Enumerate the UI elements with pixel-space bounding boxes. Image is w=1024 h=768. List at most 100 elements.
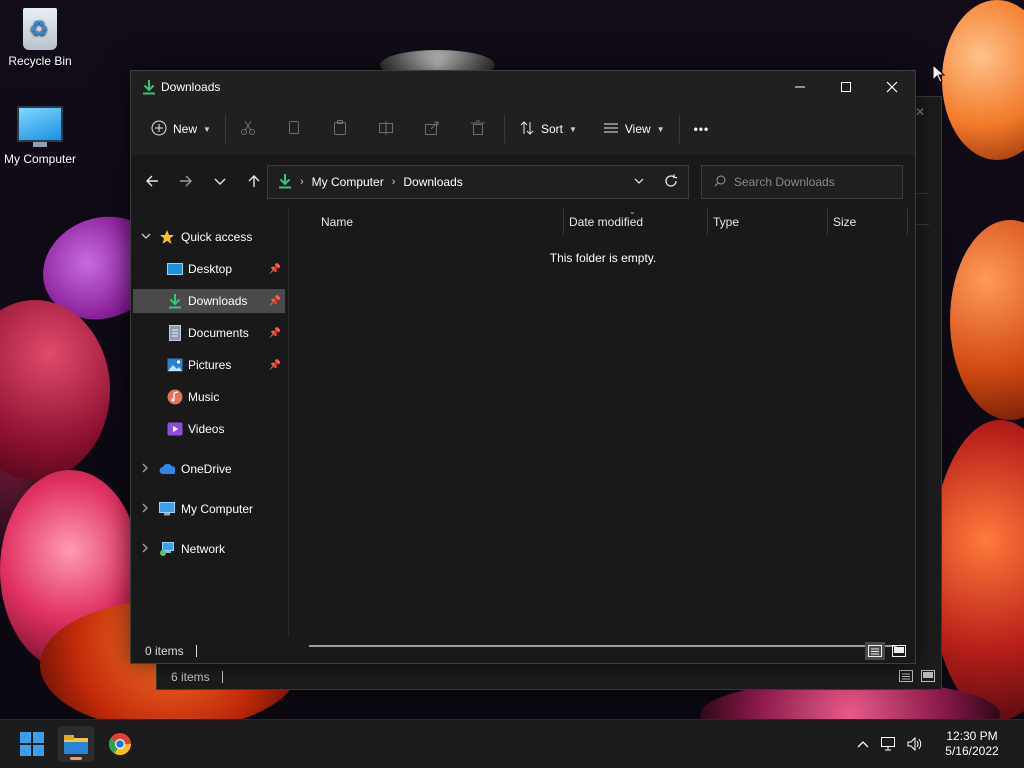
details-view-button[interactable] [865, 642, 885, 660]
delete-button[interactable] [462, 113, 494, 145]
nav-label: Network [181, 542, 226, 556]
search-icon [714, 175, 726, 190]
column-header-name[interactable]: Name [321, 215, 353, 229]
music-icon [167, 389, 183, 405]
arrow-up-icon [248, 175, 260, 187]
desktop-icon-recycle-bin[interactable]: Recycle Bin [0, 8, 80, 68]
clock[interactable]: 12:30 PM 5/16/2022 [932, 729, 1012, 759]
maximize-button[interactable] [823, 71, 869, 103]
search-input[interactable] [732, 174, 896, 190]
paste-icon [332, 119, 348, 139]
taskbar-chrome[interactable] [102, 726, 138, 762]
column-divider[interactable] [707, 209, 708, 235]
pin-icon[interactable]: 📌 [269, 296, 281, 307]
share-button[interactable] [416, 113, 448, 145]
nav-item-pictures[interactable]: Pictures 📌 [133, 353, 285, 377]
desktop-icon-my-computer[interactable]: My Computer [0, 106, 80, 166]
nav-onedrive[interactable]: OneDrive [133, 457, 285, 481]
computer-icon [17, 106, 63, 147]
column-divider[interactable] [563, 209, 564, 235]
desktop-icon-label: Recycle Bin [8, 54, 72, 68]
toolbar-divider [224, 115, 226, 143]
nav-label: Desktop [188, 262, 233, 276]
column-header-size[interactable]: Size [833, 215, 856, 229]
volume-icon[interactable] [902, 731, 928, 757]
arrow-right-icon [180, 175, 192, 187]
tiles-view-icon[interactable] [921, 669, 935, 685]
nav-label: Documents [188, 326, 249, 340]
nav-quick-access[interactable]: Quick access [133, 225, 285, 249]
title-bar[interactable]: Downloads [131, 71, 915, 103]
view-label: View [624, 122, 651, 136]
close-icon[interactable]: ✕ [915, 105, 925, 119]
nav-item-desktop[interactable]: Desktop 📌 [133, 257, 285, 281]
chevron-right-icon[interactable] [141, 503, 151, 516]
sort-button[interactable]: Sort ▼ [511, 113, 585, 145]
network-icon[interactable] [876, 731, 902, 757]
refresh-button[interactable] [664, 174, 678, 191]
nav-item-music[interactable]: Music [133, 385, 285, 409]
breadcrumb-separator-icon: › [300, 176, 304, 188]
new-label: New [173, 122, 198, 136]
column-divider[interactable] [827, 209, 828, 235]
rename-button[interactable] [370, 113, 402, 145]
nav-network[interactable]: Network [133, 537, 285, 561]
chevron-down-icon[interactable] [141, 232, 151, 243]
taskbar: 12:30 PM 5/16/2022 [0, 719, 1024, 768]
file-list[interactable]: Name ⌄ Date modified Type Size This fold… [291, 207, 908, 647]
nav-label: Quick access [181, 230, 253, 244]
background-status-bar: 6 items [157, 665, 941, 689]
new-button[interactable]: New ▼ [143, 113, 219, 145]
cloud-icon [159, 461, 175, 477]
command-bar: New ▼ Sort ▼ View ▼ ••• [131, 103, 915, 156]
breadcrumb-downloads[interactable]: Downloads [403, 175, 462, 189]
pane-splitter[interactable] [288, 207, 289, 637]
scissors-icon [240, 120, 256, 139]
nav-item-documents[interactable]: Documents 📌 [133, 321, 285, 345]
chevron-down-icon: ▼ [568, 124, 577, 134]
view-button[interactable]: View ▼ [595, 113, 673, 145]
details-view-icon[interactable] [899, 669, 913, 685]
nav-item-videos[interactable]: Videos [133, 417, 285, 441]
paste-button[interactable] [324, 113, 356, 145]
refresh-icon [665, 174, 677, 187]
recent-locations-button[interactable] [203, 165, 237, 197]
item-count: 6 items [171, 670, 210, 684]
chevron-down-icon: ▼ [203, 124, 211, 134]
nav-my-computer[interactable]: My Computer [133, 497, 285, 521]
downloads-icon [141, 79, 157, 95]
cut-button[interactable] [232, 113, 264, 145]
pin-icon[interactable]: 📌 [269, 328, 281, 339]
chevron-up-icon[interactable] [850, 731, 876, 757]
forward-button[interactable] [169, 165, 203, 197]
breadcrumb-my-computer[interactable]: My Computer [312, 175, 384, 189]
minimize-button[interactable] [777, 71, 823, 103]
pin-icon[interactable]: 📌 [269, 264, 281, 275]
share-icon [424, 120, 440, 139]
column-header-type[interactable]: Type [713, 215, 739, 229]
recycle-bin-icon [23, 8, 57, 50]
close-button[interactable] [869, 71, 915, 103]
arrow-left-icon [146, 175, 158, 187]
chevron-right-icon[interactable] [141, 543, 151, 556]
taskbar-file-explorer[interactable] [58, 726, 94, 762]
copy-button[interactable] [278, 113, 310, 145]
desktop-icon-label: My Computer [3, 152, 77, 166]
nav-item-downloads[interactable]: Downloads 📌 [133, 289, 285, 313]
nav-label: My Computer [181, 502, 254, 516]
tiles-view-button[interactable] [889, 642, 909, 660]
address-history-button[interactable] [634, 177, 644, 188]
address-bar[interactable]: › My Computer › Downloads [267, 165, 689, 199]
more-options-button[interactable]: ••• [686, 113, 718, 145]
chevron-right-icon[interactable] [141, 463, 151, 476]
downloads-icon [278, 173, 292, 192]
start-button[interactable] [14, 726, 50, 762]
column-header-date-modified[interactable]: Date modified [569, 215, 643, 229]
file-explorer-window[interactable]: Downloads New ▼ Sort ▼ View ▼ ••• › My C… [130, 70, 916, 664]
system-tray: 12:30 PM 5/16/2022 [850, 720, 1024, 768]
pin-icon[interactable]: 📌 [269, 360, 281, 371]
search-box[interactable] [701, 165, 903, 199]
column-divider[interactable] [907, 209, 908, 235]
back-button[interactable] [135, 165, 169, 197]
up-button[interactable] [237, 165, 271, 197]
